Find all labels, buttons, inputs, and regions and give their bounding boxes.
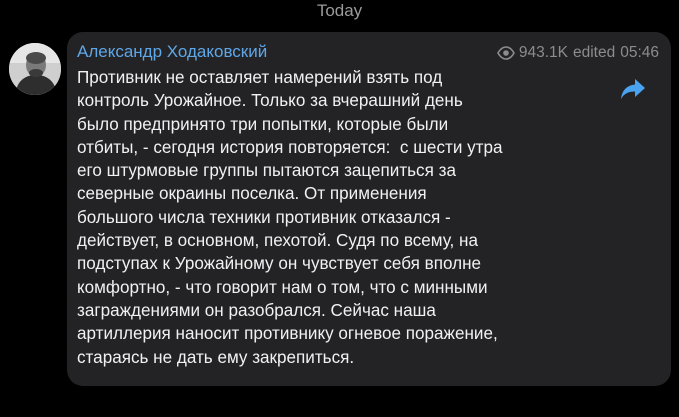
message-line: северные окраины поселка. От применения <box>77 184 427 204</box>
avatar-photo <box>9 43 61 95</box>
message-text: Противник не оставляет намерений взять п… <box>77 66 607 369</box>
message-meta: 943.1K edited 05:46 <box>496 43 659 63</box>
views-count: 943.1K <box>518 44 568 61</box>
message-line: Противник не оставляет намерений взять п… <box>77 68 443 87</box>
sender-name[interactable]: Александр Ходаковский <box>77 41 267 63</box>
message-line: артиллерия наносит противнику огневое по… <box>77 324 498 344</box>
message-line: было предпринято три попытки, которые бы… <box>77 114 449 134</box>
message-line: его штурмовые группы пытаются зацепиться… <box>77 161 456 181</box>
message-time: 05:46 <box>620 44 659 61</box>
message-line: отбиты, - сегодня история повторяется: с… <box>77 137 503 157</box>
edited-label: edited <box>572 44 616 61</box>
message-line: действует, в основном, пехотой. Судя по … <box>77 231 478 251</box>
avatar[interactable] <box>9 43 61 95</box>
eye-icon <box>496 46 515 60</box>
message-line: подступах к Урожайному он чувствует себя… <box>77 254 482 274</box>
message-line: заграждениями он разобрался. Сейчас наша <box>77 300 436 320</box>
message-bubble[interactable]: Александр Ходаковский 943.1K edited 05:4… <box>67 32 671 386</box>
message-line: комфортно, - что говорит нам о том, что … <box>77 277 488 297</box>
message-line: большого числа техники противник отказал… <box>77 207 451 227</box>
date-separator: Today <box>316 1 363 20</box>
share-arrow-icon <box>620 78 646 105</box>
message-line: стараясь не дать ему закрепиться. <box>77 347 355 367</box>
share-button[interactable] <box>616 74 650 108</box>
message-line: контроль Урожайное. Только за вчерашний … <box>77 91 463 111</box>
